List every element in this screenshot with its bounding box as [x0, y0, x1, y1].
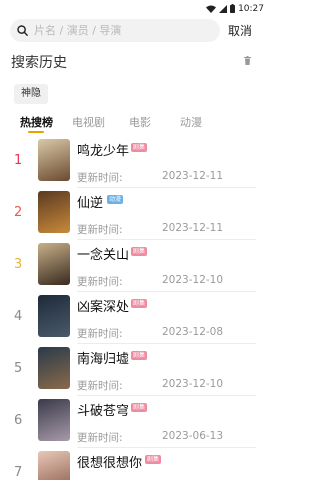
list-item[interactable]: 5 南海归墟 剧集 更新时间: 2023-12-10 [0, 344, 270, 396]
update-label: 更新时间: [77, 432, 123, 444]
item-title: 鸣龙少年 [77, 144, 130, 159]
item-title: 凶案深处 [77, 300, 130, 315]
update-label: 更新时间: [77, 224, 123, 236]
list-item[interactable]: 2 仙逆 动漫 更新时间: 2023-12-11 [0, 188, 270, 240]
item-title: 仙逆 [77, 196, 104, 211]
rank-number: 4 [14, 309, 23, 324]
category-tabs: 热搜榜 电视剧 电影 动漫 [0, 114, 270, 133]
tab-hot-search[interactable]: 热搜榜 [20, 114, 53, 130]
update-date: 2023-12-11 [162, 170, 224, 182]
rank-number: 7 [14, 465, 23, 480]
battery-icon [230, 4, 236, 13]
rank-number: 6 [14, 413, 23, 428]
status-bar: 10:27 [0, 0, 270, 17]
update-label: 更新时间: [77, 380, 123, 392]
update-date: 2023-06-13 [162, 430, 224, 442]
cancel-button[interactable]: 取消 [228, 22, 252, 39]
type-badge: 剧集 [131, 143, 148, 152]
rank-number: 1 [14, 153, 23, 168]
type-badge: 剧集 [131, 351, 148, 360]
update-date: 2023-12-08 [162, 326, 224, 338]
poster-image [38, 451, 70, 480]
item-title: 南海归墟 [77, 352, 130, 367]
tab-tv-series[interactable]: 电视剧 [72, 114, 105, 130]
clock-time: 10:27 [238, 3, 264, 14]
rank-number: 2 [14, 205, 23, 220]
item-title: 斗破苍穹 [77, 404, 130, 419]
item-title: 很想很想你 [77, 456, 143, 471]
item-title: 一念关山 [77, 248, 130, 263]
search-bar: 取消 [10, 18, 262, 42]
wifi-icon [206, 5, 217, 13]
poster-image [38, 399, 70, 441]
type-badge: 动漫 [107, 195, 124, 204]
search-history-title: 搜索历史 [11, 55, 67, 71]
active-tab-indicator [28, 131, 44, 133]
list-item[interactable]: 6 斗破苍穹 剧集 更新时间: 2023-06-13 [0, 396, 270, 448]
search-box[interactable] [10, 18, 220, 42]
update-label: 更新时间: [77, 172, 123, 184]
update-date: 2023-12-11 [162, 222, 224, 234]
signal-icon [219, 4, 228, 13]
update-label: 更新时间: [77, 328, 123, 340]
search-icon [17, 24, 28, 36]
type-badge: 剧集 [145, 455, 162, 464]
poster-image [38, 243, 70, 285]
type-badge: 剧集 [131, 247, 148, 256]
poster-image [38, 191, 70, 233]
poster-image [38, 295, 70, 337]
delete-history-icon[interactable] [243, 50, 252, 69]
list-item[interactable]: 1 鸣龙少年 剧集 更新时间: 2023-12-11 [0, 136, 270, 188]
list-item[interactable]: 3 一念关山 剧集 更新时间: 2023-12-10 [0, 240, 270, 292]
search-input[interactable] [34, 23, 204, 37]
update-label: 更新时间: [77, 276, 123, 288]
update-date: 2023-12-10 [162, 378, 224, 390]
type-badge: 剧集 [131, 299, 148, 308]
update-date: 2023-12-10 [162, 274, 224, 286]
list-item[interactable]: 4 凶案深处 剧集 更新时间: 2023-12-08 [0, 292, 270, 344]
tab-movies[interactable]: 电影 [129, 114, 151, 130]
rank-number: 5 [14, 361, 23, 376]
list-item[interactable]: 7 很想很想你 剧集 [0, 448, 270, 480]
rank-number: 3 [14, 257, 23, 272]
poster-image [38, 139, 70, 181]
poster-image [38, 347, 70, 389]
tab-anime[interactable]: 动漫 [180, 114, 202, 130]
history-chip[interactable]: 神隐 [14, 84, 48, 104]
type-badge: 剧集 [131, 403, 148, 412]
